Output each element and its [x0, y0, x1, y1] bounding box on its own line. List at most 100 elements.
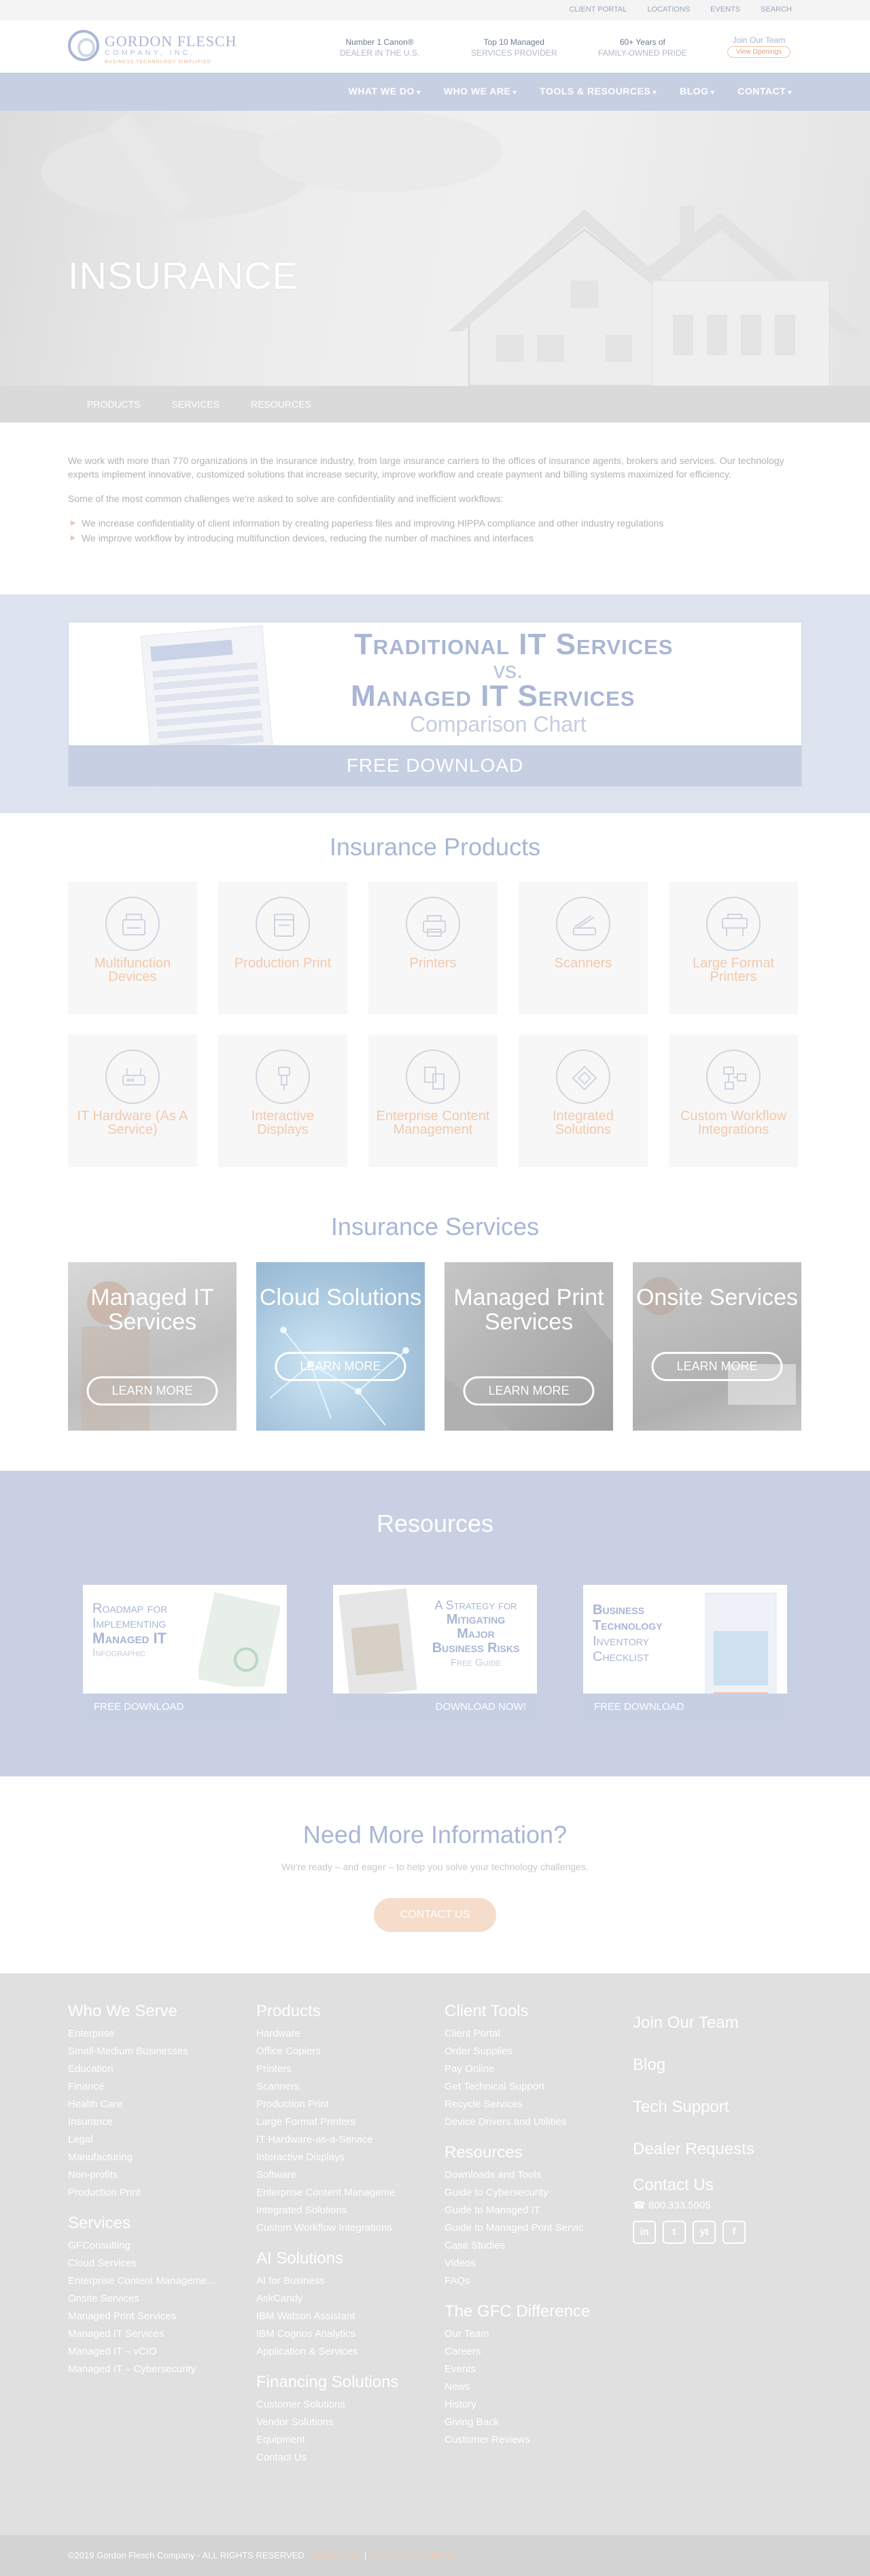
product-card-production-print[interactable]: Production Print [218, 882, 347, 1014]
footer-link-office-copiers[interactable]: Office Copiers [256, 2043, 426, 2060]
footer-link-application-services[interactable]: Application & Services [256, 2343, 426, 2361]
footer-link-get-technical-support[interactable]: Get Technical Support [445, 2078, 614, 2096]
footer-link-history[interactable]: History [445, 2396, 614, 2414]
footer-link-enterprise-content-manageme[interactable]: Enterprise Content Manageme... [68, 2272, 238, 2290]
nav-item-who-we-are[interactable]: WHO WE ARE [444, 86, 517, 96]
footer-link-blog[interactable]: Blog [633, 2044, 803, 2086]
twitter-icon[interactable]: t [663, 2221, 686, 2244]
footer-link-printers[interactable]: Printers [256, 2060, 426, 2078]
subnav-resources[interactable]: RESOURCES [251, 399, 311, 410]
footer-link-it-hardware-as-a-service[interactable]: IT Hardware-as-a-Service [256, 2131, 426, 2149]
footer-link-managed-print-services[interactable]: Managed Print Services [68, 2308, 238, 2325]
subnav-products[interactable]: PRODUCTS [87, 399, 141, 410]
privacy-policy-link[interactable]: Privacy Policy [307, 2550, 362, 2560]
footer-link-gfconsulting[interactable]: GFConsulting [68, 2237, 238, 2255]
download-now-link[interactable]: DOWNLOAD NOW! [333, 1694, 537, 1721]
contact-us-button[interactable]: CONTACT US [374, 1898, 496, 1932]
footer-link-hardware[interactable]: Hardware [256, 2025, 426, 2043]
footer-link-managed-it-services[interactable]: Managed IT Services [68, 2325, 238, 2343]
footer-link-small-medium-businesses[interactable]: Small-Medium Businesses [68, 2043, 238, 2060]
youtube-icon[interactable]: yt [693, 2221, 716, 2244]
footer-link-askcandy[interactable]: AskCandy [256, 2290, 426, 2308]
footer-link-scanners[interactable]: Scanners [256, 2078, 426, 2096]
footer-link-interactive-displays[interactable]: Interactive Displays [256, 2149, 426, 2166]
footer-link-ibm-watson-assistant[interactable]: IBM Watson Assistant [256, 2308, 426, 2325]
footer-link-enterprise[interactable]: Enterprise [68, 2025, 238, 2043]
resource-card-strategy[interactable]: A Strategy for Mitigating Major Business… [333, 1585, 537, 1721]
product-card-scanners[interactable]: Scanners [519, 882, 648, 1014]
footer-link-vendor-solutions[interactable]: Vendor Solutions [256, 2414, 426, 2431]
footer-link-our-team[interactable]: Our Team [445, 2325, 614, 2343]
terms-link[interactable]: Terms and Conditions [369, 2550, 455, 2560]
footer-link-events[interactable]: Events [445, 2361, 614, 2378]
resource-card-checklist[interactable]: Business Technology Inventory Checklist … [583, 1585, 787, 1721]
footer-link-custom-workflow-integrations[interactable]: Custom Workflow Integrations [256, 2219, 426, 2237]
footer-link-device-drivers-and-utilities[interactable]: Device Drivers and Utilities [445, 2113, 614, 2131]
footer-link-recycle-services[interactable]: Recycle Services [445, 2096, 614, 2113]
nav-item-contact[interactable]: CONTACT [737, 86, 792, 96]
footer-link-insurance[interactable]: Insurance [68, 2113, 238, 2131]
footer-link-join-our-team[interactable]: Join Our Team [633, 2002, 803, 2044]
footer-link-downloads-and-tools[interactable]: Downloads and Tools [445, 2166, 614, 2184]
product-card-interactive-displays[interactable]: Interactive Displays [218, 1035, 347, 1167]
footer-link-videos[interactable]: Videos [445, 2255, 614, 2272]
footer-link-managed-it-cybersecurity[interactable]: Managed IT – Cybersecurity [68, 2361, 238, 2378]
company-logo[interactable]: GORDON FLESCH COMPANY, INC. BUSINESS TEC… [68, 27, 245, 68]
footer-link-faqs[interactable]: FAQs [445, 2272, 614, 2290]
nav-item-blog[interactable]: BLOG [680, 86, 714, 96]
footer-link-manufacturing[interactable]: Manufacturing [68, 2149, 238, 2166]
footer-link-news[interactable]: News [445, 2378, 614, 2396]
footer-link-customer-reviews[interactable]: Customer Reviews [445, 2431, 614, 2449]
footer-link-production-print[interactable]: Production Print [68, 2184, 238, 2202]
footer-link-legal[interactable]: Legal [68, 2131, 238, 2149]
footer-link-integrated-solutions[interactable]: Integrated Solutions [256, 2202, 426, 2219]
footer-link-health-care[interactable]: Health Care [68, 2096, 238, 2113]
facebook-icon[interactable]: f [723, 2221, 746, 2244]
footer-link-client-portal[interactable]: Client Portal [445, 2025, 614, 2043]
subnav-services[interactable]: SERVICES [172, 399, 220, 410]
footer-link-guide-to-managed-it[interactable]: Guide to Managed IT [445, 2202, 614, 2219]
footer-link-giving-back[interactable]: Giving Back [445, 2414, 614, 2431]
learn-more-button[interactable]: LEARN MORE [275, 1352, 406, 1381]
product-card-multifunction-devices[interactable]: Multifunction Devices [68, 882, 197, 1014]
footer-link-dealer-requests[interactable]: Dealer Requests [633, 2128, 803, 2170]
footer-link-software[interactable]: Software [256, 2166, 426, 2184]
footer-link-ai-for-business[interactable]: AI for Business [256, 2272, 426, 2290]
footer-link-careers[interactable]: Careers [445, 2343, 614, 2361]
free-download-button[interactable]: FREE DOWNLOAD [69, 745, 801, 786]
linkedin-icon[interactable]: in [633, 2221, 656, 2244]
footer-link-guide-to-cybersecurity[interactable]: Guide to Cybersecurity [445, 2184, 614, 2202]
free-download-link[interactable]: FREE DOWNLOAD [583, 1694, 787, 1721]
utility-link-events[interactable]: EVENTS [710, 5, 740, 14]
footer-link-pay-online[interactable]: Pay Online [445, 2060, 614, 2078]
nav-item-what-we-do[interactable]: WHAT WE DO [349, 86, 421, 96]
footer-link-large-format-printers[interactable]: Large Format Printers [256, 2113, 426, 2131]
utility-link-locations[interactable]: LOCATIONS [647, 5, 690, 14]
service-card-onsite[interactable]: Onsite Services LEARN MORE [633, 1262, 801, 1431]
footer-link-managed-it-vcio[interactable]: Managed IT – vCIO [68, 2343, 238, 2361]
footer-link-education[interactable]: Education [68, 2060, 238, 2078]
footer-link-customer-solutions[interactable]: Customer Solutions [256, 2396, 426, 2414]
footer-link-contact-us[interactable]: Contact Us [256, 2449, 426, 2467]
footer-link-onsite-services[interactable]: Onsite Services [68, 2290, 238, 2308]
footer-link-case-studies[interactable]: Case Studies [445, 2237, 614, 2255]
product-card-integrated-solutions[interactable]: Integrated Solutions [519, 1035, 648, 1167]
footer-link-ibm-cognos-analytics[interactable]: IBM Cognos Analytics [256, 2325, 426, 2343]
footer-link-non-profits[interactable]: Non-profits [68, 2166, 238, 2184]
product-card-custom-workflow-integrations[interactable]: Custom Workflow Integrations [669, 1035, 798, 1167]
footer-link-production-print[interactable]: Production Print [256, 2096, 426, 2113]
footer-phone[interactable]: ☎ 800.333.5905 [633, 2199, 803, 2211]
footer-link-tech-support[interactable]: Tech Support [633, 2086, 803, 2128]
utility-link-client-portal[interactable]: CLIENT PORTAL [569, 5, 627, 14]
service-card-cloud[interactable]: Cloud Solutions LEARN MORE [256, 1262, 425, 1431]
footer-link-equipment[interactable]: Equipment [256, 2431, 426, 2449]
free-download-link[interactable]: FREE DOWNLOAD [83, 1694, 287, 1721]
learn-more-button[interactable]: LEARN MORE [463, 1376, 595, 1406]
service-card-managed-it[interactable]: Managed IT Services LEARN MORE [68, 1262, 237, 1431]
product-card-it-hardware-as-a-service[interactable]: IT Hardware (As A Service) [68, 1035, 197, 1167]
product-card-enterprise-content-management[interactable]: Enterprise Content Management [368, 1035, 498, 1167]
nav-item-tools-resources[interactable]: TOOLS & RESOURCES [540, 86, 657, 96]
service-card-managed-print[interactable]: Managed Print Services LEARN MORE [445, 1262, 613, 1431]
resource-card-roadmap[interactable]: Roadmap for Implementing Managed IT Info… [83, 1585, 287, 1721]
learn-more-button[interactable]: LEARN MORE [651, 1352, 783, 1381]
